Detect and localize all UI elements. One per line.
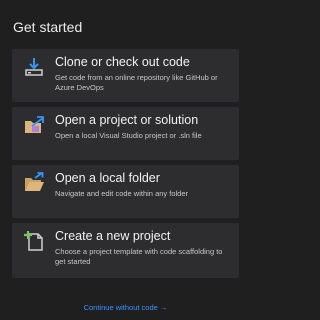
create-project-card-title: Create a new project [55,229,171,243]
clone-download-icon [25,58,43,76]
open-folder-card-description: Navigate and edit code within any folder [55,189,189,198]
create-project-card-description: Choose a project template with code scaf… [55,247,223,266]
action-card-list: Clone or check out code Get code from an… [12,49,239,278]
continue-link-row: Continue without code → [12,297,239,315]
get-started-heading: Get started [13,19,83,35]
clone-card-description: Get code from an online repository like … [55,73,218,92]
new-project-icon [24,231,43,251]
get-started-panel: Get started Clone or check out code Get … [0,0,251,320]
open-folder-card[interactable]: Open a local folder Navigate and edit co… [12,165,239,218]
open-folder-card-title: Open a local folder [55,171,160,185]
open-project-card-title: Open a project or solution [55,113,199,127]
open-project-card-description: Open a local Visual Studio project or .s… [55,131,202,140]
clone-card-title: Clone or check out code [55,55,190,69]
create-project-card[interactable]: Create a new project Choose a project te… [12,223,239,278]
open-project-card[interactable]: Open a project or solution Open a local … [12,107,239,160]
open-folder-icon [25,172,44,191]
continue-without-code-link[interactable]: Continue without code → [84,303,168,312]
open-project-icon [25,116,44,133]
clone-checkout-card[interactable]: Clone or check out code Get code from an… [12,49,239,102]
